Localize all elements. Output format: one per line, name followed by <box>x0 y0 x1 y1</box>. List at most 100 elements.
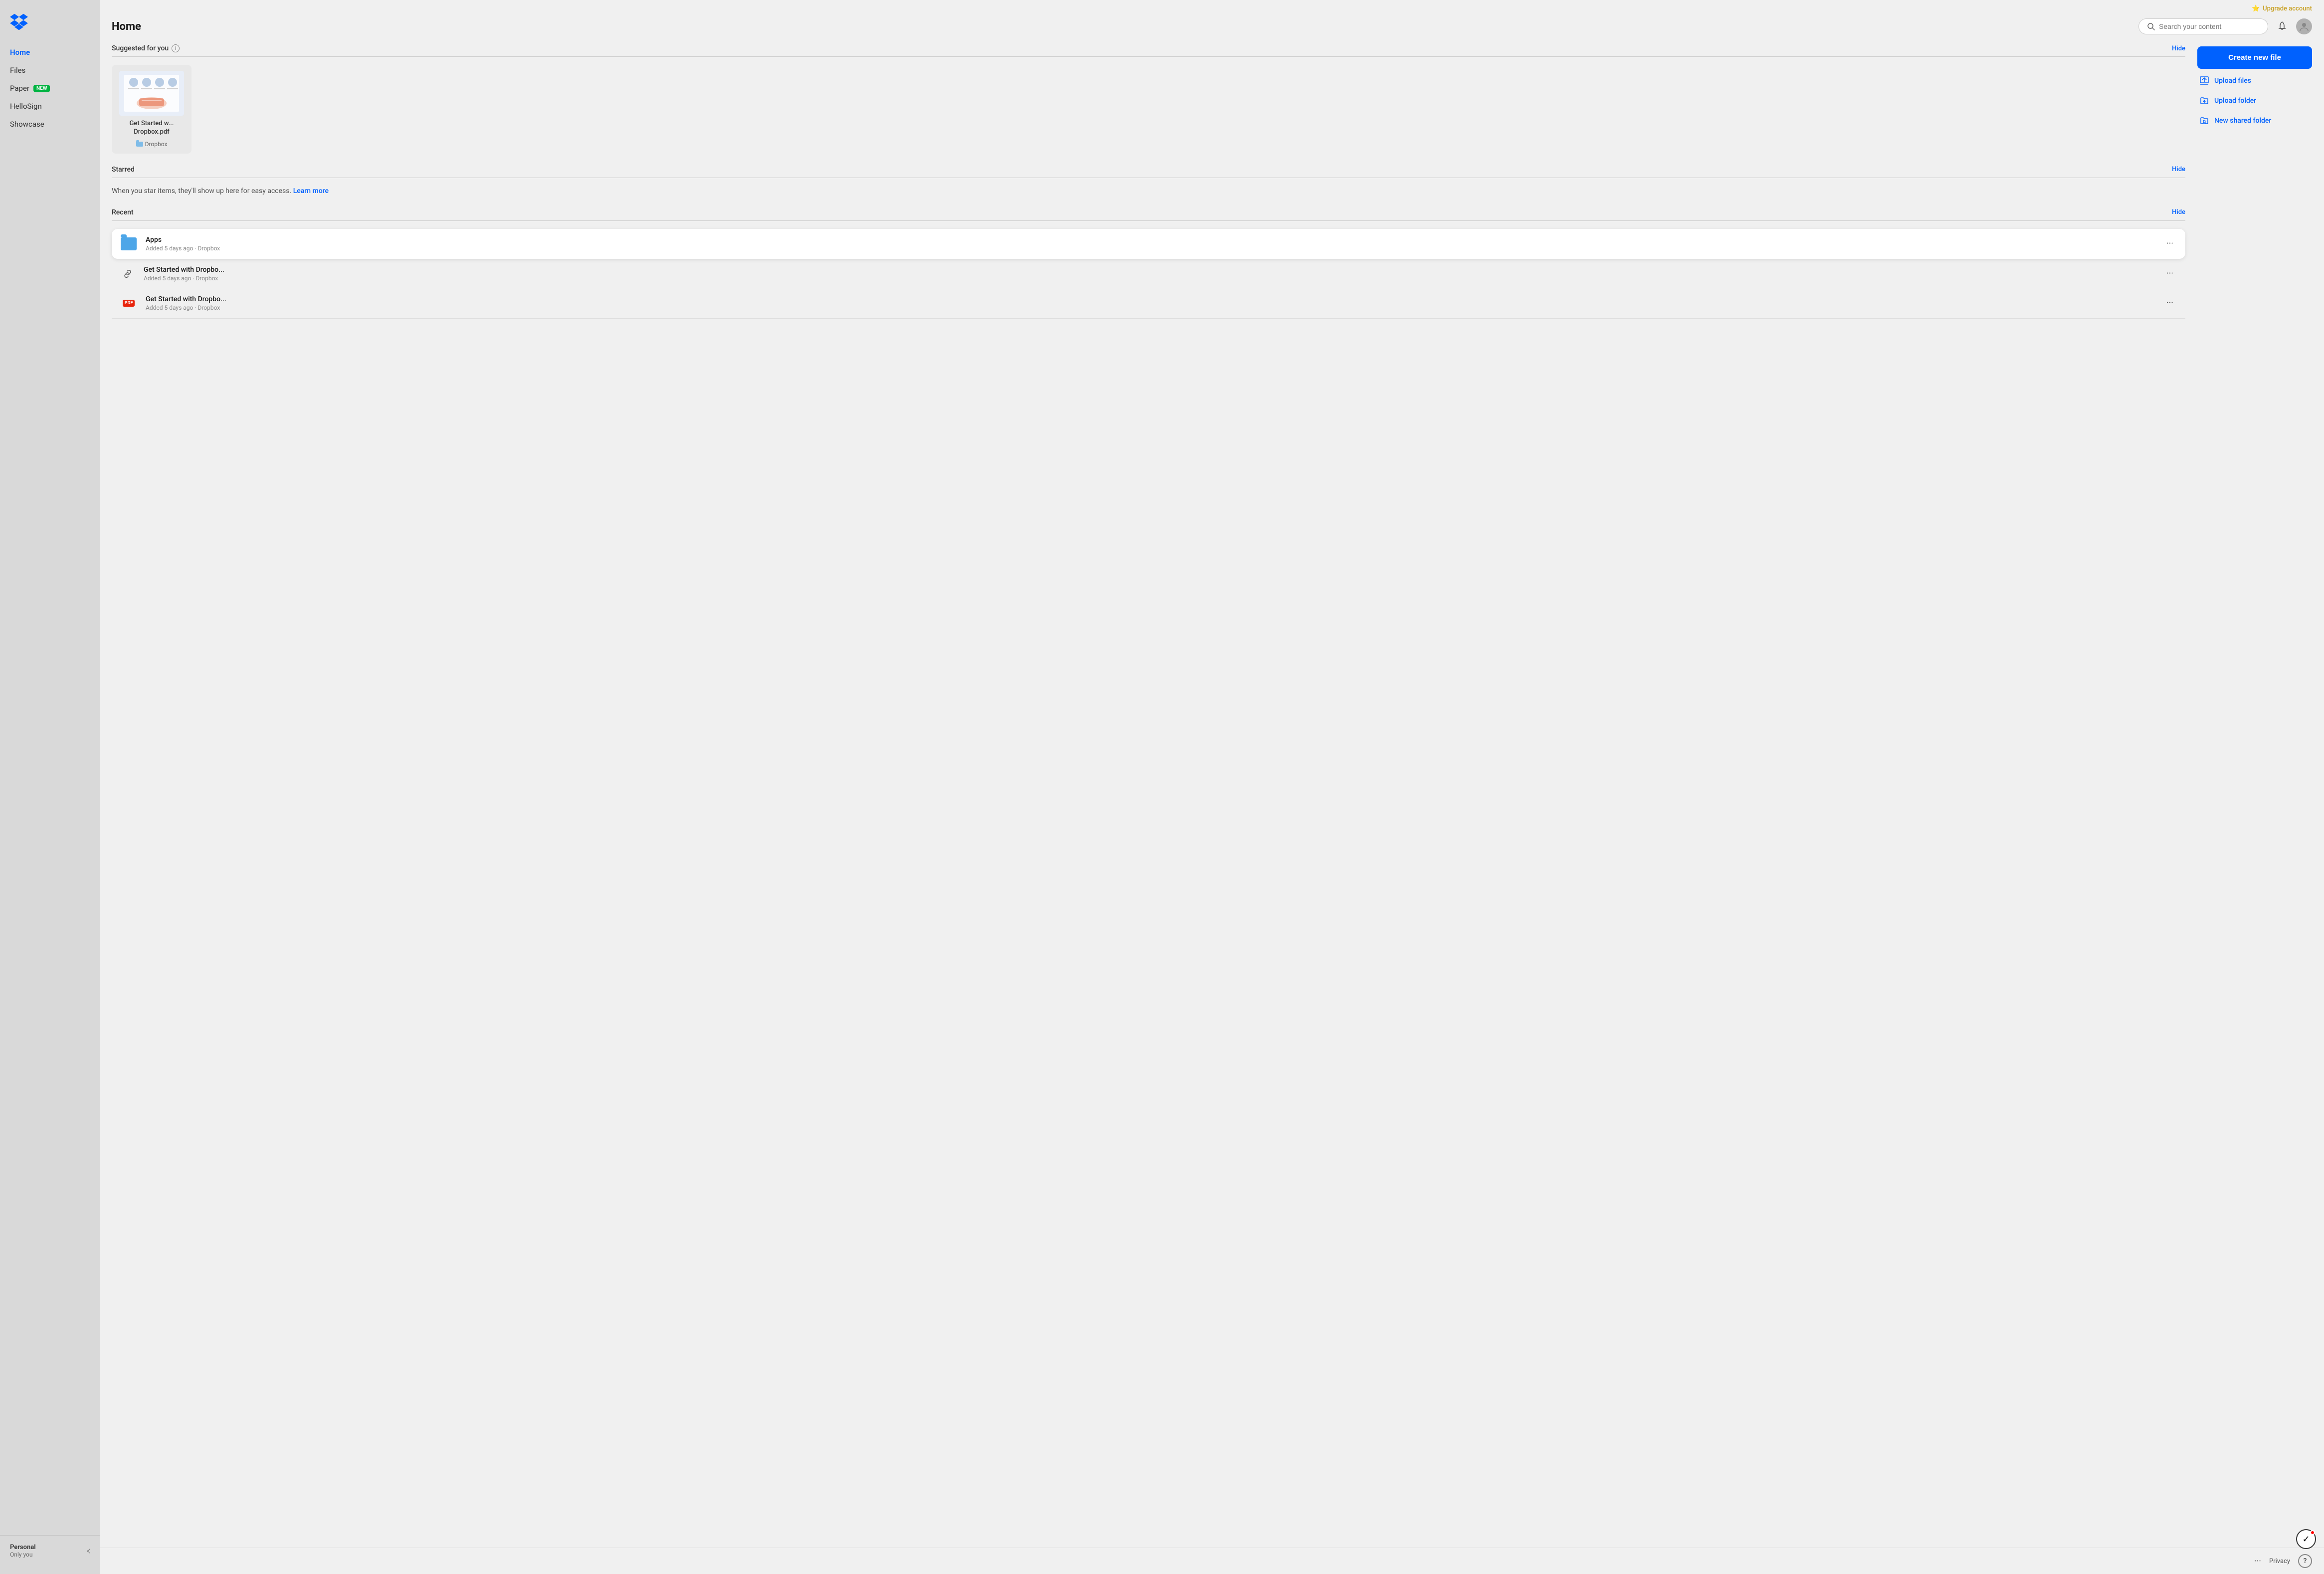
recent-item-link[interactable]: Get Started with Dropbo... Added 5 days … <box>112 260 2185 288</box>
sidebar-logo <box>0 8 100 44</box>
sidebar-item-label: Paper <box>10 84 29 93</box>
starred-section: Starred Hide When you star items, they'l… <box>112 166 2185 197</box>
recent-hide[interactable]: Hide <box>2172 208 2185 216</box>
status-checkmark-icon: ✓ <box>2302 1534 2310 1545</box>
sidebar-nav: Home Files Paper New HelloSign Showcase <box>0 44 100 1535</box>
recent-item-meta: Added 5 days ago · Dropbox <box>146 304 2154 311</box>
sidebar-footer-info: Personal Only you <box>10 1544 36 1558</box>
starred-learn-more[interactable]: Learn more <box>293 187 329 195</box>
suggested-title-group: Suggested for you i <box>112 44 180 52</box>
pdf-badge: PDF <box>123 300 135 307</box>
sidebar-item-label: Files <box>10 66 25 75</box>
recent-item-info: Apps Added 5 days ago · Dropbox <box>146 236 2154 252</box>
new-shared-folder-label: New shared folder <box>2214 117 2271 125</box>
folder-icon <box>136 142 143 147</box>
page-title: Home <box>112 20 141 33</box>
suggested-file-card[interactable]: Get Started w... Dropbox.pdf Dropbox <box>112 65 192 154</box>
recent-item-apps[interactable]: Apps Added 5 days ago · Dropbox ··· <box>112 229 2185 259</box>
sidebar-item-paper[interactable]: Paper New <box>4 80 96 97</box>
account-sub: Only you <box>10 1551 36 1558</box>
folder-icon <box>121 237 137 250</box>
upload-files-link[interactable]: Upload files <box>2197 73 2312 89</box>
status-badge-float[interactable]: ✓ <box>2296 1529 2316 1549</box>
bell-icon <box>2277 21 2288 32</box>
recent-item-info: Get Started with Dropbo... Added 5 days … <box>144 266 2154 282</box>
suggested-hide[interactable]: Hide <box>2172 45 2185 52</box>
recent-item-name: Get Started with Dropbo... <box>146 295 2154 303</box>
upgrade-bar: ⭐ Upgrade account <box>100 0 2324 12</box>
file-thumb-svg <box>119 71 184 116</box>
user-avatar[interactable] <box>2296 18 2312 34</box>
sidebar-item-label: Home <box>10 48 30 57</box>
upload-folder-label: Upload folder <box>2214 97 2256 105</box>
suggested-info-icon[interactable]: i <box>172 44 180 52</box>
search-icon <box>2147 22 2155 30</box>
shared-folder-icon <box>2199 116 2209 126</box>
recent-item-more-button[interactable]: ··· <box>2162 266 2177 281</box>
upload-icon <box>2199 76 2209 86</box>
new-shared-folder-link[interactable]: New shared folder <box>2197 113 2312 129</box>
sidebar-item-label: Showcase <box>10 120 44 129</box>
starred-header: Starred Hide <box>112 166 2185 178</box>
main-content: ⭐ Upgrade account Home <box>100 0 2324 1574</box>
suggested-header: Suggested for you i Hide <box>112 44 2185 57</box>
upgrade-label: Upgrade account <box>2263 5 2312 12</box>
suggested-title: Suggested for you <box>112 44 169 52</box>
file-card-name: Get Started w... Dropbox.pdf <box>118 120 186 137</box>
content-area: Suggested for you i Hide <box>100 40 2324 1548</box>
recent-item-more-button[interactable]: ··· <box>2162 296 2177 310</box>
recent-title: Recent <box>112 208 134 216</box>
folder-icon-container <box>120 235 138 253</box>
recent-item-name: Apps <box>146 236 2154 244</box>
starred-title: Starred <box>112 166 135 174</box>
account-name: Personal <box>10 1544 36 1551</box>
recent-item-pdf[interactable]: PDF Get Started with Dropbo... Added 5 d… <box>112 288 2185 319</box>
new-shared-folder-icon <box>2199 116 2209 126</box>
recent-item-more-button[interactable]: ··· <box>2162 236 2177 251</box>
topbar: Home <box>100 12 2324 40</box>
recent-item-meta: Added 5 days ago · Dropbox <box>144 275 2154 282</box>
status-red-dot <box>2310 1530 2315 1535</box>
sidebar-item-files[interactable]: Files <box>4 62 96 79</box>
sidebar-item-hellosign[interactable]: HelloSign <box>4 98 96 115</box>
recent-item-info: Get Started with Dropbo... Added 5 days … <box>146 295 2154 311</box>
upgrade-account-link[interactable]: ⭐ Upgrade account <box>2252 5 2312 12</box>
topbar-right <box>2138 18 2312 34</box>
starred-empty: When you star items, they'll show up her… <box>112 186 2185 197</box>
account-chevron[interactable] <box>86 1550 90 1552</box>
suggested-section: Suggested for you i Hide <box>112 44 2185 154</box>
footer-more-button[interactable]: ··· <box>2254 1556 2261 1567</box>
sidebar-item-home[interactable]: Home <box>4 44 96 61</box>
search-box[interactable] <box>2138 18 2268 34</box>
content-main: Suggested for you i Hide <box>112 44 2185 1536</box>
sidebar-item-showcase[interactable]: Showcase <box>4 116 96 133</box>
link-icon <box>122 268 134 280</box>
starred-empty-text: When you star items, they'll show up her… <box>112 187 291 195</box>
sidebar-footer-row: Personal Only you <box>10 1544 90 1558</box>
pdf-icon-container: PDF <box>120 294 138 312</box>
upload-folder-link[interactable]: Upload folder <box>2197 93 2312 109</box>
recent-list: Apps Added 5 days ago · Dropbox ··· <box>112 229 2185 319</box>
suggested-files-list: Get Started w... Dropbox.pdf Dropbox <box>112 65 2185 154</box>
link-icon-container <box>120 266 136 282</box>
upload-folder-icon <box>2199 96 2209 106</box>
upload-folder-icon <box>2199 96 2209 106</box>
file-location-label: Dropbox <box>145 141 168 148</box>
sidebar-footer: Personal Only you <box>0 1535 100 1566</box>
app-footer: ··· Privacy ? <box>100 1548 2324 1574</box>
upload-files-label: Upload files <box>2214 77 2251 85</box>
sidebar: Home Files Paper New HelloSign Showcase … <box>0 0 100 1574</box>
avatar-icon <box>2299 21 2310 32</box>
starred-hide[interactable]: Hide <box>2172 166 2185 173</box>
file-thumbnail <box>119 71 184 116</box>
recent-item-meta: Added 5 days ago · Dropbox <box>146 245 2154 252</box>
recent-header: Recent Hide <box>112 208 2185 221</box>
notification-bell[interactable] <box>2274 18 2290 34</box>
footer-privacy-link[interactable]: Privacy <box>2269 1558 2290 1565</box>
recent-section: Recent Hide Apps Added 5 days ago · Drop… <box>112 208 2185 319</box>
star-icon: ⭐ <box>2252 5 2260 12</box>
create-new-file-button[interactable]: Create new file <box>2197 46 2312 69</box>
recent-item-name: Get Started with Dropbo... <box>144 266 2154 274</box>
footer-help-button[interactable]: ? <box>2298 1554 2312 1568</box>
search-input[interactable] <box>2159 22 2260 30</box>
